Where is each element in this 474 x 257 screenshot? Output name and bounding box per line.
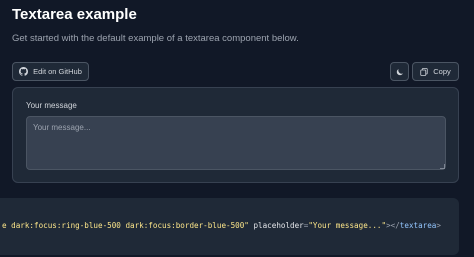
- theme-toggle-button[interactable]: [390, 62, 409, 81]
- page-subtitle: Get started with the default example of …: [12, 33, 299, 44]
- message-label: Your message: [26, 101, 77, 110]
- code-end-bracket: >: [436, 221, 441, 230]
- code-panel: e dark:focus:ring-blue-500 dark:focus:bo…: [0, 198, 459, 255]
- code-tag-name: textarea: [399, 221, 437, 230]
- code-close-bracket: ></: [386, 221, 400, 230]
- github-icon: [19, 67, 29, 76]
- code-placeholder-string: "Your message...": [308, 221, 387, 230]
- code-class-string: e dark:focus:ring-blue-500 dark:focus:bo…: [2, 221, 249, 230]
- copy-icon: [420, 67, 428, 76]
- copy-label: Copy: [433, 67, 451, 76]
- textarea-resize-handle[interactable]: [440, 164, 445, 169]
- edit-on-github-label: Edit on GitHub: [33, 67, 82, 76]
- preview-panel: Your message: [12, 87, 459, 183]
- moon-icon: [396, 68, 404, 76]
- page-title: Textarea example: [12, 6, 137, 23]
- edit-on-github-button[interactable]: Edit on GitHub: [12, 62, 89, 81]
- message-textarea[interactable]: [26, 116, 446, 170]
- code-attr-name: placeholder: [248, 221, 304, 230]
- copy-button[interactable]: Copy: [412, 62, 459, 81]
- code-line: e dark:focus:ring-blue-500 dark:focus:bo…: [2, 221, 441, 230]
